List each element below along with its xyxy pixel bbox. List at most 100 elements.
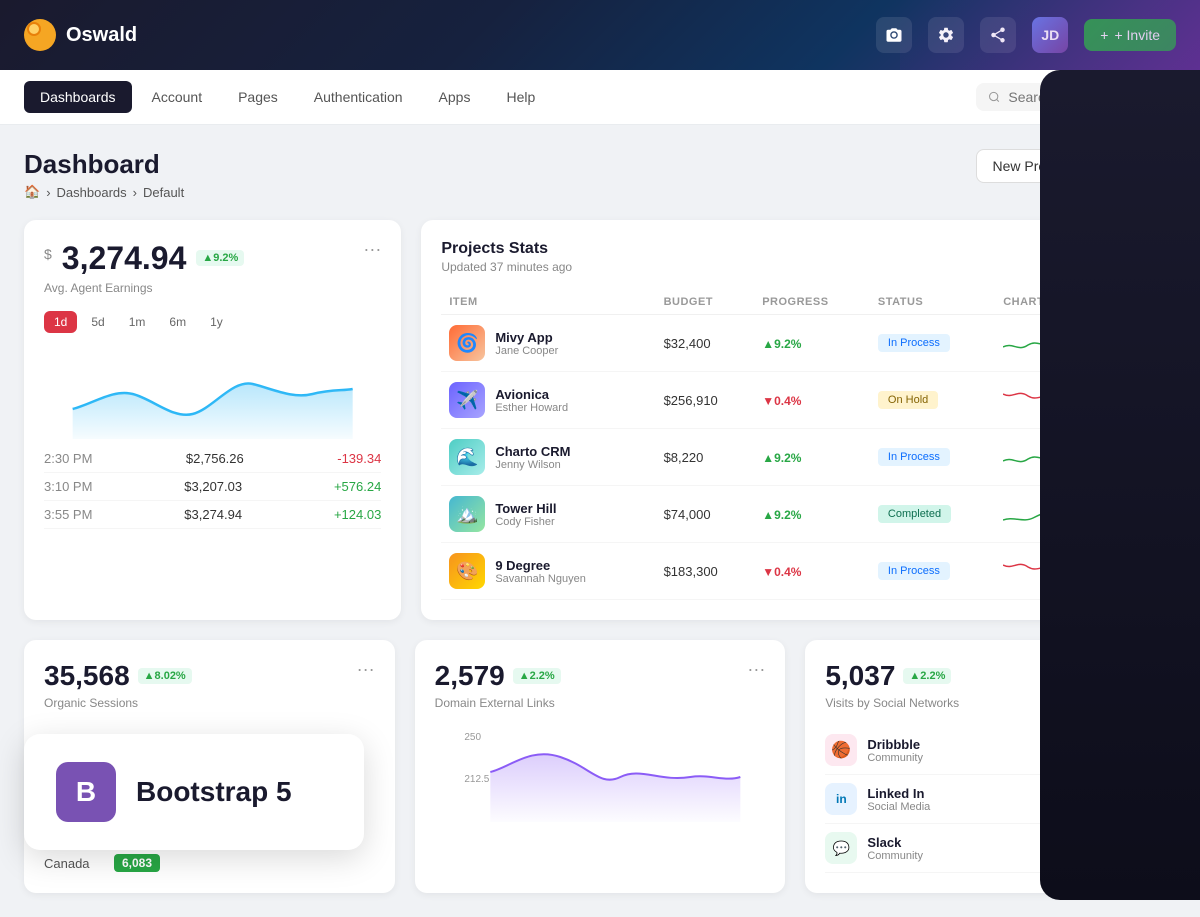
tab-dashboards[interactable]: Dashboards bbox=[24, 81, 132, 113]
project-name-area: Tower Hill Cody Fisher bbox=[495, 501, 556, 528]
nav-right: JD + + Invite bbox=[876, 17, 1176, 53]
external-links-card: 2,579 ▲2.2% Domain External Links ··· bbox=[415, 640, 786, 893]
project-icon: ✈️ bbox=[449, 382, 485, 418]
time-1: 2:30 PM bbox=[44, 451, 92, 466]
canada-bar: Canada 6,083 bbox=[44, 854, 375, 872]
data-row-3: 3:55 PM $3,274.94 +124.03 bbox=[44, 501, 381, 529]
projects-title: Projects Stats bbox=[441, 240, 572, 258]
social-item-left: in Linked In Social Media bbox=[825, 783, 930, 815]
tab-account[interactable]: Account bbox=[136, 81, 219, 113]
project-status: On Hold bbox=[870, 372, 995, 429]
breadcrumb-separator2: › bbox=[133, 185, 137, 200]
project-item-cell: 🏔️ Tower Hill Cody Fisher bbox=[441, 486, 655, 543]
col-status: STATUS bbox=[870, 290, 995, 315]
project-icon: 🎨 bbox=[449, 553, 485, 589]
project-name: Charto CRM bbox=[495, 444, 570, 459]
time-2: 3:10 PM bbox=[44, 479, 92, 494]
project-progress: ▼0.4% bbox=[754, 372, 870, 429]
sessions-amount-area: 35,568 ▲8.02% Organic Sessions bbox=[44, 660, 192, 710]
time-3: 3:55 PM bbox=[44, 507, 92, 522]
page-title-area: Dashboard 🏠 › Dashboards › Default bbox=[24, 149, 184, 200]
tab-apps[interactable]: Apps bbox=[423, 81, 487, 113]
plus-icon: + bbox=[1100, 27, 1108, 43]
settings-icon-button[interactable] bbox=[928, 17, 964, 53]
project-name-area: Mivy App Jane Cooper bbox=[495, 330, 558, 357]
project-icon-inner: 🏔️ bbox=[449, 496, 485, 532]
sessions-menu-button[interactable]: ··· bbox=[357, 660, 375, 678]
top-navigation: Oswald JD + + Invite bbox=[0, 0, 1200, 70]
project-icon: 🏔️ bbox=[449, 496, 485, 532]
earnings-subtitle: Avg. Agent Earnings bbox=[44, 281, 381, 295]
social-amount: 5,037 bbox=[825, 660, 895, 692]
project-status: In Process bbox=[870, 543, 995, 600]
invite-label: + Invite bbox=[1114, 27, 1160, 43]
nav-tabs: Dashboards Account Pages Authentication … bbox=[24, 81, 976, 113]
slack-icon: 💬 bbox=[825, 832, 857, 864]
dribbble-name: Dribbble bbox=[867, 737, 923, 752]
filter-1m[interactable]: 1m bbox=[119, 311, 156, 333]
social-name-area: Dribbble Community bbox=[867, 737, 923, 764]
filter-5d[interactable]: 5d bbox=[81, 311, 114, 333]
sessions-amount: 35,568 bbox=[44, 660, 130, 692]
project-name: 9 Degree bbox=[495, 558, 586, 573]
links-subtitle: Domain External Links bbox=[435, 696, 561, 710]
project-item-cell: 🌊 Charto CRM Jenny Wilson bbox=[441, 429, 655, 486]
project-progress: ▲9.2% bbox=[754, 429, 870, 486]
links-menu-button[interactable]: ··· bbox=[747, 660, 765, 678]
data-row-2: 3:10 PM $3,207.03 +576.24 bbox=[44, 473, 381, 501]
project-name-area: Avionica Esther Howard bbox=[495, 387, 568, 414]
avatar[interactable]: JD bbox=[1032, 17, 1068, 53]
main-navigation: Dashboards Account Pages Authentication … bbox=[0, 70, 1200, 125]
breadcrumb-separator: › bbox=[46, 185, 50, 200]
invite-button[interactable]: + + Invite bbox=[1084, 19, 1176, 51]
project-name-area: 9 Degree Savannah Nguyen bbox=[495, 558, 586, 585]
status-badge: In Process bbox=[878, 448, 950, 466]
project-budget: $8,220 bbox=[656, 429, 755, 486]
project-name: Avionica bbox=[495, 387, 568, 402]
col-budget: BUDGET bbox=[656, 290, 755, 315]
project-name: Mivy App bbox=[495, 330, 558, 345]
sessions-subtitle: Organic Sessions bbox=[44, 696, 192, 710]
settings-icon bbox=[937, 26, 955, 44]
earnings-chart bbox=[44, 349, 381, 429]
links-chart-svg: 250 212.5 bbox=[435, 722, 766, 822]
change-3: +124.03 bbox=[334, 507, 381, 522]
filter-6m[interactable]: 6m bbox=[159, 311, 196, 333]
project-person: Cody Fisher bbox=[495, 516, 556, 528]
linkedin-icon: in bbox=[825, 783, 857, 815]
tab-pages[interactable]: Pages bbox=[222, 81, 294, 113]
tab-authentication[interactable]: Authentication bbox=[298, 81, 419, 113]
tab-help[interactable]: Help bbox=[490, 81, 551, 113]
project-item: 🎨 9 Degree Savannah Nguyen bbox=[449, 553, 647, 589]
projects-title-area: Projects Stats Updated 37 minutes ago bbox=[441, 240, 572, 274]
col-item: ITEM bbox=[441, 290, 655, 315]
camera-icon-button[interactable] bbox=[876, 17, 912, 53]
project-status: Completed bbox=[870, 486, 995, 543]
project-item-cell: ✈️ Avionica Esther Howard bbox=[441, 372, 655, 429]
social-item-left: 💬 Slack Community bbox=[825, 832, 923, 864]
breadcrumb-dashboards: Dashboards bbox=[57, 185, 127, 200]
col-progress: PROGRESS bbox=[754, 290, 870, 315]
earnings-card: $ 3,274.94 ▲9.2% ··· Avg. Agent Earnings… bbox=[24, 220, 401, 620]
earnings-menu-button[interactable]: ··· bbox=[363, 240, 381, 258]
social-name-area: Slack Community bbox=[867, 835, 923, 862]
dark-overlay bbox=[1040, 70, 1200, 900]
value-3: $3,274.94 bbox=[184, 507, 242, 522]
social-badge: ▲2.2% bbox=[903, 668, 951, 684]
share-icon-button[interactable] bbox=[980, 17, 1016, 53]
project-progress: ▼0.4% bbox=[754, 543, 870, 600]
data-row-1: 2:30 PM $2,756.26 -139.34 bbox=[44, 445, 381, 473]
project-icon-inner: 🎨 bbox=[449, 553, 485, 589]
time-filters: 1d 5d 1m 6m 1y bbox=[44, 311, 381, 333]
project-budget: $32,400 bbox=[656, 315, 755, 372]
share-icon bbox=[989, 26, 1007, 44]
svg-text:212.5: 212.5 bbox=[464, 774, 489, 785]
filter-1y[interactable]: 1y bbox=[200, 311, 233, 333]
project-status: In Process bbox=[870, 315, 995, 372]
project-budget: $74,000 bbox=[656, 486, 755, 543]
project-item: 🏔️ Tower Hill Cody Fisher bbox=[449, 496, 647, 532]
filter-1d[interactable]: 1d bbox=[44, 311, 77, 333]
canada-label: Canada bbox=[44, 856, 104, 871]
linkedin-name: Linked In bbox=[867, 786, 930, 801]
project-budget: $256,910 bbox=[656, 372, 755, 429]
